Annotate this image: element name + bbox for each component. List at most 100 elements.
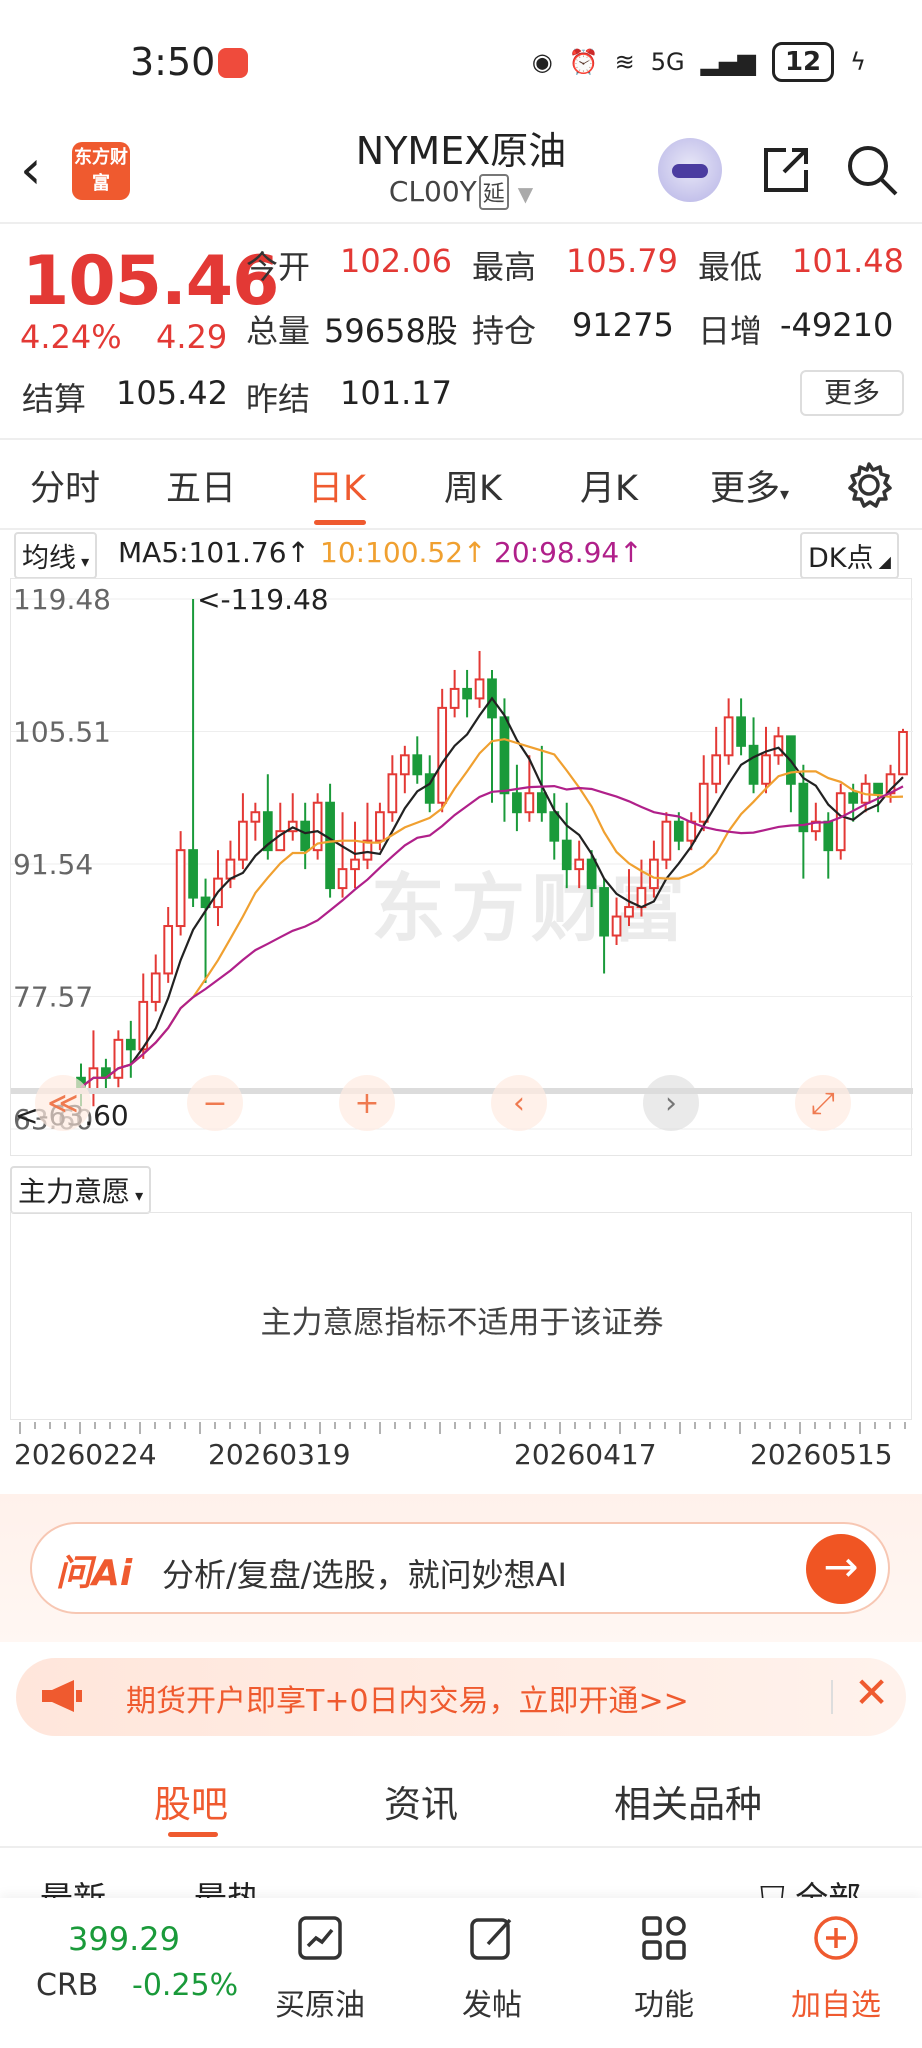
charging-icon: ϟ: [850, 48, 866, 76]
more-button[interactable]: 更多: [800, 370, 904, 416]
candle-up: [711, 754, 722, 785]
high-label: 最高: [472, 248, 537, 286]
chart-control-icon: −: [202, 1086, 227, 1121]
ai-input[interactable]: 问Ai 分析/复盘/选股，就问妙想AI →: [30, 1522, 890, 1614]
post-label: 发帖: [462, 1988, 522, 2023]
add-watchlist-button[interactable]: 加自选: [776, 1912, 896, 2024]
x-tick-label: 20260515: [750, 1438, 893, 1471]
gear-icon[interactable]: [842, 458, 896, 512]
candle-up: [686, 820, 697, 842]
ma-dropdown[interactable]: 均线 ▾: [14, 532, 98, 579]
tab-related[interactable]: 相关品种: [614, 1774, 762, 1828]
candle-up: [250, 811, 261, 823]
candle-up: [113, 1038, 124, 1079]
divider: [0, 222, 922, 224]
candle-down: [748, 744, 759, 785]
candle-up: [898, 730, 908, 776]
candle-up: [350, 858, 360, 871]
kline-chart[interactable]: 东方财富 119.48105.5191.5477.5763.60<-119.48…: [10, 578, 913, 1156]
candle-down: [549, 811, 560, 842]
divider: [831, 1680, 833, 1714]
chart-control-icon: +: [354, 1086, 379, 1121]
candle-down: [599, 887, 609, 937]
ai-go-button[interactable]: →: [806, 1534, 876, 1604]
indicator-dropdown[interactable]: 主力意愿 ▾: [10, 1166, 152, 1214]
volume-label: 总量: [246, 312, 311, 350]
status-bar: 3:50 ◉ ⏰ ≋ 5G ▂▄▆ 12 ϟ: [0, 0, 922, 120]
crb-name[interactable]: CRB: [36, 1968, 98, 2003]
kline-svg: 119.48105.5191.5477.5763.60<-119.48<-63.…: [11, 583, 913, 1136]
chart-control-icon: ‹: [513, 1086, 525, 1121]
candle-up: [175, 849, 186, 928]
chart-control-icon: ≪: [47, 1086, 78, 1121]
candle-down: [823, 820, 834, 852]
prev-settle-label: 昨结: [246, 380, 311, 418]
chart-tabs: 分时 五日 日K 周K 月K 更多▾: [0, 446, 922, 530]
ma10-value: 10:100.52↑: [320, 536, 487, 569]
ma20-line: [80, 784, 904, 1089]
crb-change[interactable]: -0.25%: [132, 1968, 238, 2003]
candle-up: [163, 925, 174, 975]
buy-button[interactable]: 买原油: [260, 1912, 380, 2024]
tab-more[interactable]: 更多▾: [710, 460, 789, 511]
candle-up: [399, 754, 410, 776]
signal-icon: ▂▄▆: [700, 48, 756, 76]
candle-down: [325, 801, 335, 890]
candle-down: [188, 849, 198, 899]
candle-up: [624, 906, 634, 918]
battery-icon: 12: [771, 42, 835, 82]
candle-down: [412, 754, 423, 776]
position-label: 持仓: [472, 312, 537, 350]
tab-more-label: 更多: [710, 469, 781, 509]
change-value: 4.29: [156, 318, 228, 356]
tab-guba[interactable]: 股吧: [154, 1774, 228, 1828]
function-label: 功能: [634, 1988, 694, 2023]
alarm-icon: ⏰: [568, 48, 599, 76]
position-value: 91275: [572, 306, 674, 344]
candle-up: [387, 773, 398, 814]
add-watchlist-label: 加自选: [791, 1988, 881, 2023]
community-tabs: 股吧 资讯 相关品种: [0, 1752, 922, 1848]
function-button[interactable]: 功能: [604, 1912, 724, 2024]
tab-weekly-k[interactable]: 周K: [444, 460, 502, 511]
tab-daily-k[interactable]: 日K: [308, 460, 366, 511]
dk-point-dropdown[interactable]: DK点 ◢: [800, 532, 899, 579]
notification-icon: [218, 48, 248, 78]
tab-monthly-k[interactable]: 月K: [580, 460, 638, 511]
x-tick-label: 20260224: [14, 1438, 157, 1471]
megaphone-icon: [42, 1680, 82, 1712]
instrument-code: CL00Y: [388, 175, 477, 208]
candle-up: [574, 858, 585, 871]
search-icon[interactable]: [842, 140, 902, 200]
post-button[interactable]: 发帖: [432, 1912, 552, 2024]
plus-circle-icon: [814, 1916, 858, 1960]
ma-bar: 均线 ▾ MA5:101.76↑ 10:100.52↑ 20:98.94↑ DK…: [0, 530, 922, 579]
candle-up: [773, 735, 784, 757]
close-icon[interactable]: ✕: [854, 1668, 889, 1717]
caret-corner-icon: ◢: [873, 552, 891, 571]
buy-label: 买原油: [275, 1988, 365, 2023]
candle-down: [673, 820, 684, 842]
candle-down: [125, 1038, 136, 1051]
promo-banner[interactable]: 期货开户即享T+0日内交易，立即开通>> ✕: [16, 1658, 906, 1736]
tab-intraday[interactable]: 分时: [30, 460, 100, 511]
prev-settle-value: 101.17: [340, 374, 452, 412]
date-axis: 20260224 20260319 20260417 20260515: [0, 1422, 922, 1480]
open-label: 今开: [246, 248, 311, 286]
trade-chart-icon: [298, 1916, 342, 1960]
crb-value[interactable]: 399.29: [68, 1920, 180, 1958]
share-icon[interactable]: [756, 140, 816, 200]
daily-inc-label: 日增: [698, 312, 763, 350]
candle-up: [723, 716, 734, 757]
candle-up: [150, 972, 161, 1003]
candle-up: [761, 754, 771, 785]
tab-five-day[interactable]: 五日: [166, 460, 236, 511]
open-value: 102.06: [340, 242, 452, 280]
tab-news[interactable]: 资讯: [384, 1774, 458, 1828]
low-label: 最低: [698, 248, 763, 286]
ma20-value: 20:98.94↑: [494, 536, 643, 569]
date-axis-ticks: [19, 1422, 906, 1434]
assistant-robot-icon[interactable]: [658, 138, 722, 202]
candle-down: [586, 858, 597, 890]
candle-up: [337, 868, 348, 890]
